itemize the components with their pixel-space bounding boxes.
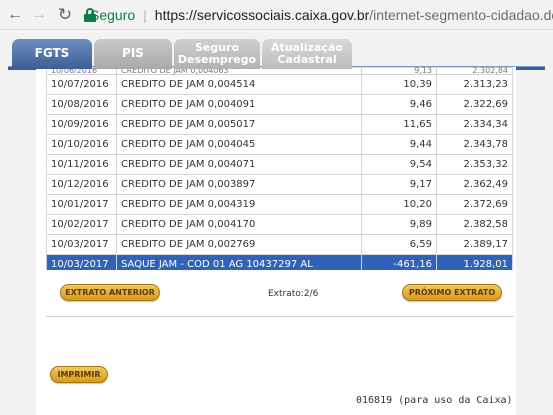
cell-value: 10,39 — [361, 74, 437, 95]
cell-value: 6,59 — [361, 234, 437, 255]
cell-value: 9,89 — [361, 214, 437, 235]
table-row: 10/09/2016 CREDITO DE JAM 0,005017 11,65 2.… — [46, 114, 513, 135]
cell-date: 10/02/2017 — [46, 214, 117, 235]
statement-table: 10/06/2016 CREDITO DE JAM 0,004063 9,13 … — [46, 67, 513, 270]
table-row: 10/03/2017 CREDITO DE JAM 0,002769 6,59 2.3… — [46, 234, 513, 255]
cell-description: CREDITO DE JAM 0,004319 — [116, 194, 362, 215]
table-row: 10/08/2016 CREDITO DE JAM 0,004091 9,46 2.3… — [46, 94, 513, 115]
cell-value: 10,20 — [361, 194, 437, 215]
cell-description: SAQUE JAM - COD 01 AG 10437297 AL — [116, 254, 362, 270]
url-path: /internet-segmento-cidadao.do — [369, 6, 553, 23]
tab-seguro-desemprego[interactable]: Seguro Desemprego — [174, 39, 260, 69]
cell-description: CREDITO DE JAM 0,004071 — [116, 154, 362, 175]
page-content: FGTS PIS Seguro Desemprego Atualização C… — [0, 31, 553, 415]
cell-balance: 2.302,84 — [436, 67, 513, 75]
statement-panel: 10/06/2016 CREDITO DE JAM 0,004063 9,13 … — [36, 67, 516, 415]
statement-table-wrap: 10/06/2016 CREDITO DE JAM 0,004063 9,13 … — [46, 67, 514, 270]
print-button[interactable]: IMPRIMIR — [50, 366, 108, 383]
table-row: 10/07/2016 CREDITO DE JAM 0,004514 10,39 2.… — [46, 74, 513, 95]
cell-date: 10/07/2016 — [46, 74, 117, 95]
cell-balance: 2.362,49 — [436, 174, 513, 195]
address-bar[interactable]: Seguro | https://servicossociais.caixa.g… — [84, 3, 553, 27]
forward-arrow-icon[interactable]: → — [28, 4, 50, 26]
table-row: 10/10/2016 CREDITO DE JAM 0,004045 9,44 2.3… — [46, 134, 513, 155]
cell-balance: 2.322,69 — [436, 94, 513, 115]
tab-atual-label-line2: Cadastral — [277, 53, 337, 66]
back-arrow-icon[interactable]: ← — [4, 4, 26, 26]
cell-balance: 2.313,23 — [436, 74, 513, 95]
secure-label: Seguro — [90, 6, 136, 23]
cell-date: 10/03/2017 — [46, 234, 117, 255]
cell-date: 10/08/2016 — [46, 94, 117, 115]
address-separator: | — [143, 6, 147, 23]
cell-value: 9,17 — [361, 174, 437, 195]
table-row: 10/12/2016 CREDITO DE JAM 0,003897 9,17 2.3… — [46, 174, 513, 195]
benefit-tabs: FGTS PIS Seguro Desemprego Atualização C… — [8, 39, 353, 69]
cell-description: CREDITO DE JAM 0,004170 — [116, 214, 362, 235]
cell-date: 10/12/2016 — [46, 174, 117, 195]
tab-pis[interactable]: PIS — [94, 39, 172, 69]
cell-balance: 2.353,32 — [436, 154, 513, 175]
cell-date: 10/03/2017 — [46, 254, 117, 270]
cell-value: -461,16 — [361, 254, 437, 270]
browser-toolbar: ← → ↻ Seguro | https://servicossociais.c… — [0, 0, 553, 30]
cell-value: 9,54 — [361, 154, 437, 175]
cell-value: 9,46 — [361, 94, 437, 115]
next-statement-button[interactable]: PRÓXIMO EXTRATO — [402, 284, 502, 301]
cell-value: 9,44 — [361, 134, 437, 155]
cell-description: CREDITO DE JAM 0,004045 — [116, 134, 362, 155]
cell-balance: 2.382,58 — [436, 214, 513, 235]
cell-date: 10/01/2017 — [46, 194, 117, 215]
cell-balance: 2.372,69 — [436, 194, 513, 215]
table-row-highlighted: 10/03/2017 SAQUE JAM - COD 01 AG 10437297… — [46, 254, 513, 270]
tab-fgts[interactable]: FGTS — [12, 39, 92, 69]
cell-balance: 2.389,17 — [436, 234, 513, 255]
divider — [46, 316, 514, 317]
cell-balance: 1.928,01 — [436, 254, 513, 270]
cell-value: 11,65 — [361, 114, 437, 135]
cell-description: CREDITO DE JAM 0,002769 — [116, 234, 362, 255]
table-row: 10/11/2016 CREDITO DE JAM 0,004071 9,54 2.3… — [46, 154, 513, 175]
cell-value: 9,13 — [361, 67, 437, 75]
table-row: 10/01/2017 CREDITO DE JAM 0,004319 10,20 2.… — [46, 194, 513, 215]
cell-description: CREDITO DE JAM 0,004514 — [116, 74, 362, 95]
cell-date: 10/09/2016 — [46, 114, 117, 135]
tab-pis-label: PIS — [122, 46, 144, 60]
tab-fgts-label: FGTS — [34, 46, 70, 60]
cell-description: CREDITO DE JAM 0,004091 — [116, 94, 362, 115]
tab-seguro-label-line2: Desemprego — [177, 53, 257, 66]
statement-page-indicator: Extrato:2/6 — [268, 289, 319, 299]
cell-description: CREDITO DE JAM 0,003897 — [116, 174, 362, 195]
cell-date: 10/10/2016 — [46, 134, 117, 155]
table-row: 10/02/2017 CREDITO DE JAM 0,004170 9,89 2.3… — [46, 214, 513, 235]
previous-statement-button[interactable]: EXTRATO ANTERIOR — [60, 284, 160, 301]
tab-atualizacao-cadastral[interactable]: Atualização Cadastral — [262, 39, 352, 69]
cell-balance: 2.334,34 — [436, 114, 513, 135]
reload-icon[interactable]: ↻ — [54, 4, 76, 26]
footer-code: 016819 (para uso da Caixa) — [356, 395, 513, 406]
cell-description: CREDITO DE JAM 0,005017 — [116, 114, 362, 135]
url-host: https://servicossociais.caixa.gov.br — [154, 6, 370, 23]
cell-date: 10/11/2016 — [46, 154, 117, 175]
cell-balance: 2.343,78 — [436, 134, 513, 155]
